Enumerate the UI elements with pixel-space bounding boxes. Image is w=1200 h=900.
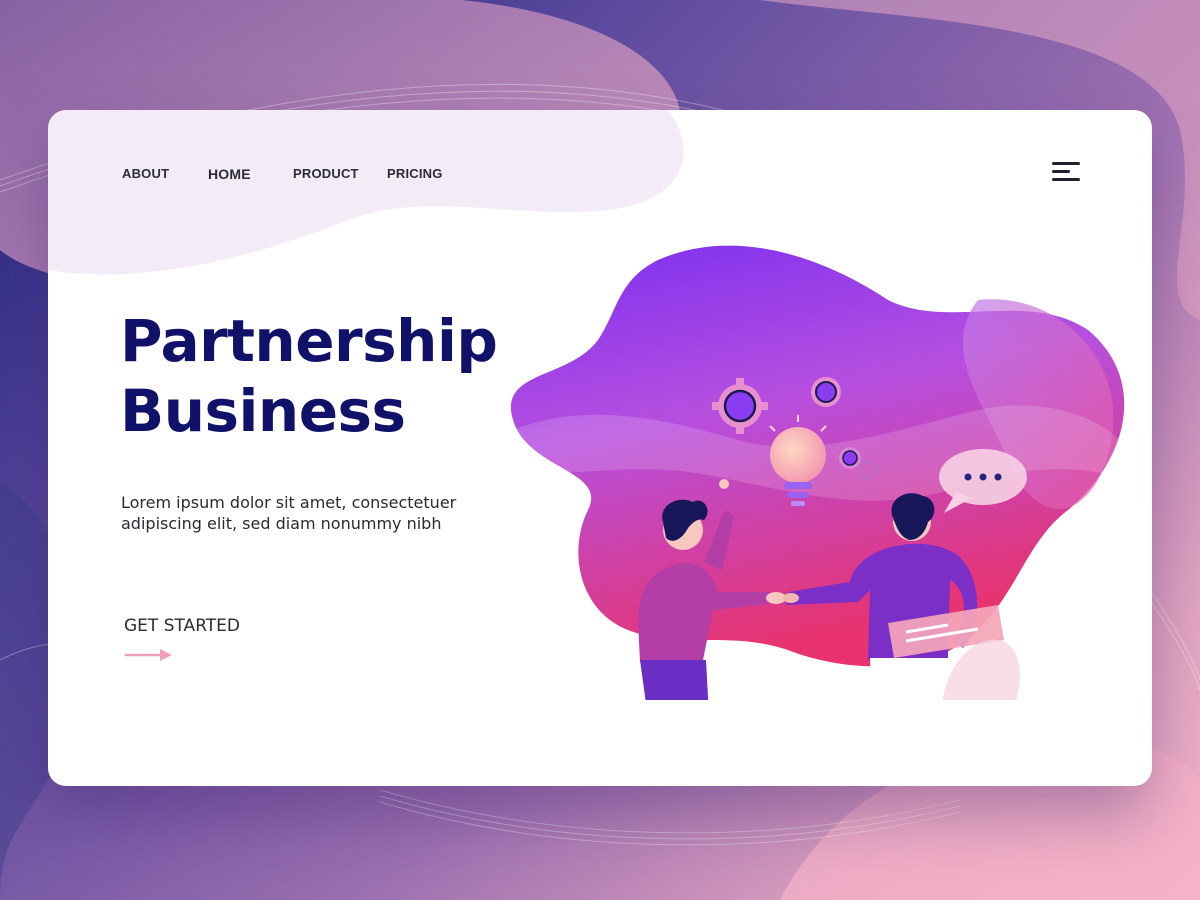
page-title: Partnership Business xyxy=(120,306,498,446)
gear-icon xyxy=(811,377,841,407)
nav-item-about[interactable]: ABOUT xyxy=(122,166,169,181)
nav-item-home[interactable]: HOME xyxy=(208,166,251,182)
business-handshake-illustration xyxy=(508,245,1128,700)
nav-item-product[interactable]: PRODUCT xyxy=(293,166,359,181)
plant-decoration xyxy=(936,639,1020,700)
arrow-right-icon[interactable] xyxy=(124,648,174,662)
nav-item-pricing[interactable]: PRICING xyxy=(387,166,443,181)
get-started-link[interactable]: GET STARTED xyxy=(124,616,240,636)
handshake-icon xyxy=(766,592,799,604)
title-line-1: Partnership xyxy=(120,307,498,375)
hamburger-menu-icon[interactable] xyxy=(1052,162,1084,184)
title-line-2: Business xyxy=(120,377,406,445)
landing-card: ABOUT HOME PRODUCT PRICING Partnership B… xyxy=(48,110,1152,786)
top-navigation: ABOUT HOME PRODUCT PRICING xyxy=(48,110,1152,240)
hero-description: Lorem ipsum dolor sit amet, consectetuer… xyxy=(121,493,457,533)
